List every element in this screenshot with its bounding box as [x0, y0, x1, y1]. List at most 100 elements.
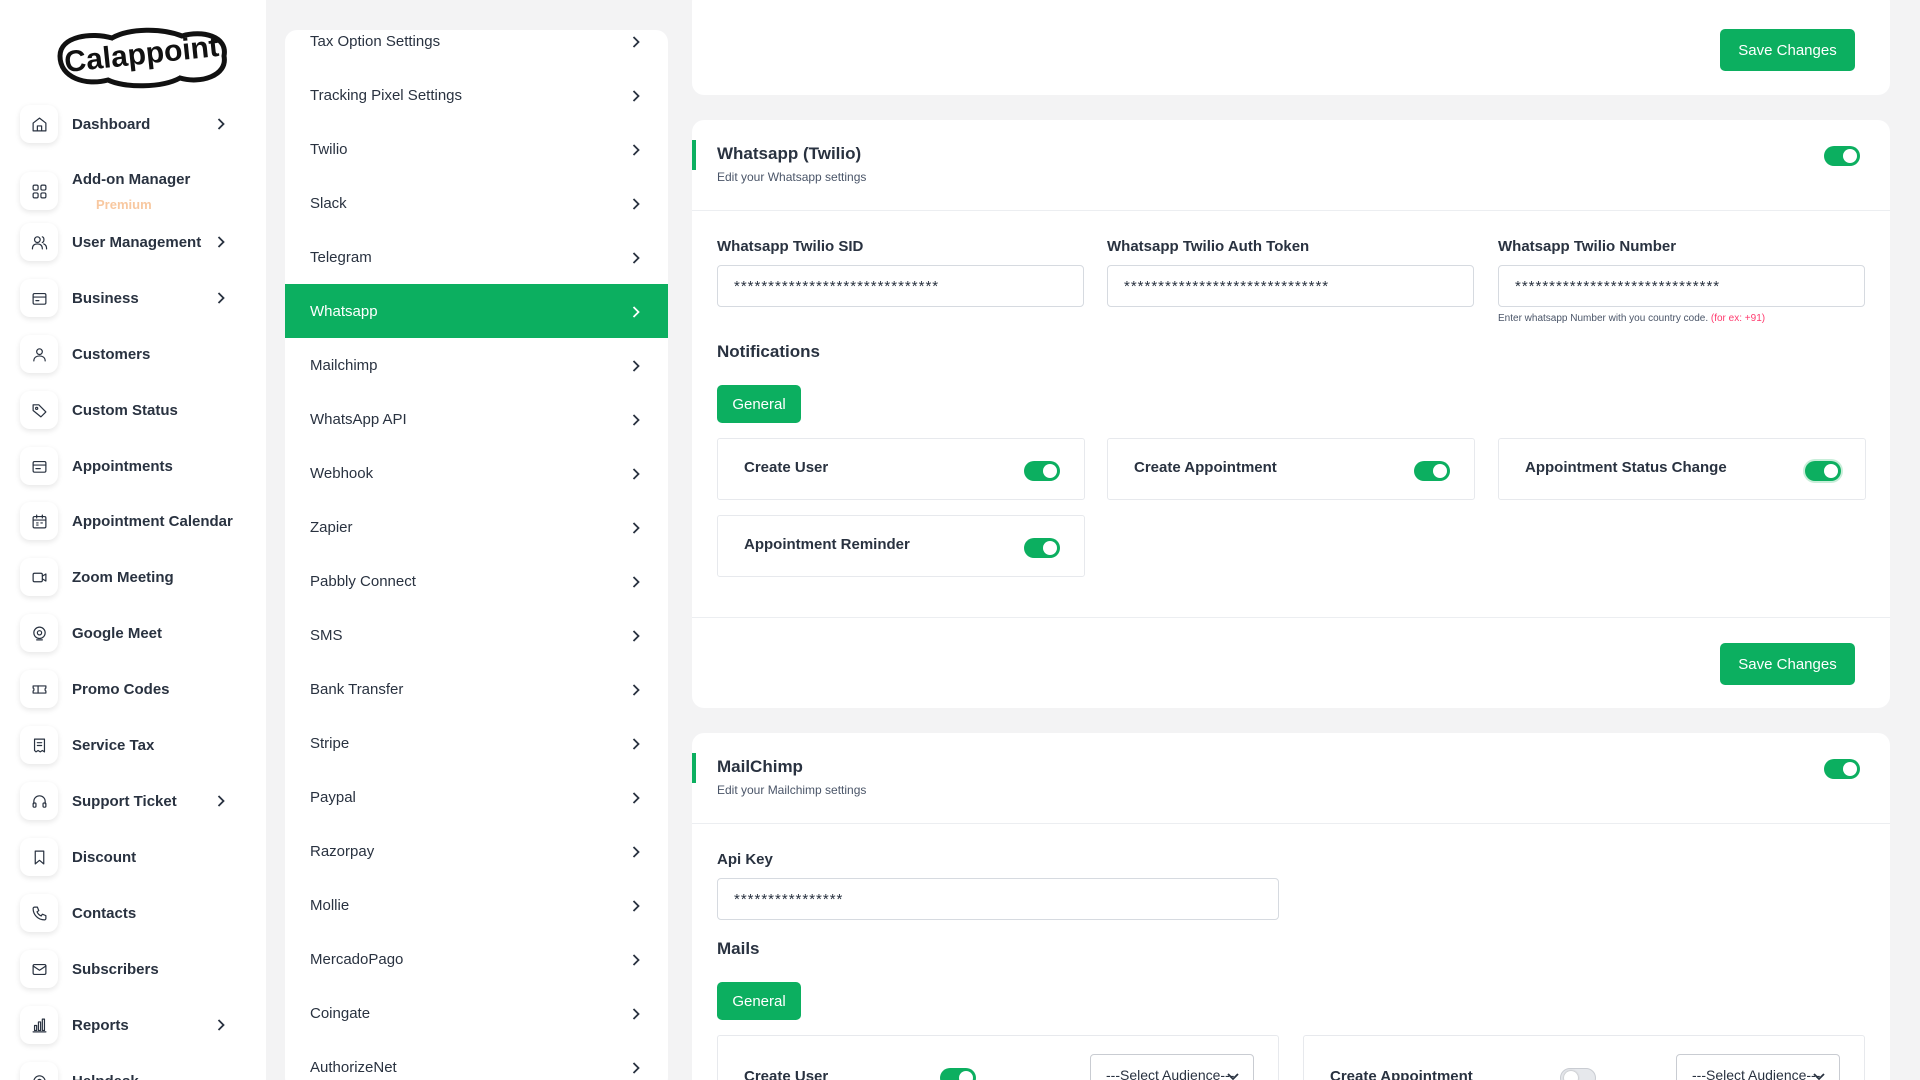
- mail-toggle[interactable]: [1560, 1068, 1596, 1080]
- sidebar-item-custom-status[interactable]: Custom Status: [20, 389, 245, 431]
- settings-menu-item-authorizenet[interactable]: AuthorizeNet: [285, 1040, 668, 1080]
- notification-toggle[interactable]: [1024, 461, 1060, 481]
- mail-icon: [20, 950, 58, 988]
- settings-menu-item-coingate[interactable]: Coingate: [285, 986, 668, 1040]
- brand-logo[interactable]: Calappoint: [52, 22, 232, 92]
- chevron-right-icon: [632, 467, 640, 480]
- settings-menu-item-stripe[interactable]: Stripe: [285, 716, 668, 770]
- notification-toggle[interactable]: [1414, 461, 1450, 481]
- receipt-icon: [20, 726, 58, 764]
- sidebar-item-business[interactable]: Business: [20, 277, 245, 319]
- settings-menu-item-razorpay[interactable]: Razorpay: [285, 824, 668, 878]
- sidebar-item-zoom-meeting[interactable]: Zoom Meeting: [20, 556, 245, 598]
- card-subtitle: Edit your Whatsapp settings: [717, 170, 867, 184]
- mailchimp-enable-toggle[interactable]: [1824, 759, 1860, 779]
- save-changes-button[interactable]: Save Changes: [1720, 643, 1855, 685]
- sidebar-item-customers[interactable]: Customers: [20, 333, 245, 375]
- sidebar-item-label: Add-on Manager: [72, 171, 191, 188]
- sidebar-item-dashboard[interactable]: Dashboard: [20, 103, 245, 145]
- sidebar-item-label: Business: [72, 289, 139, 307]
- sidebar-item-appointments[interactable]: Appointments: [20, 445, 245, 487]
- mail-create-user: Create User ---Select Audience---: [717, 1035, 1279, 1080]
- chevron-right-icon: [632, 629, 640, 642]
- sidebar-item-helpdesk[interactable]: Helpdesk: [20, 1060, 245, 1080]
- settings-menu-item-zapier[interactable]: Zapier: [285, 500, 668, 554]
- settings-menu-item-sms[interactable]: SMS: [285, 608, 668, 662]
- twilio-auth-token-input[interactable]: [1107, 265, 1474, 307]
- settings-menu-item-pabbly-connect[interactable]: Pabbly Connect: [285, 554, 668, 608]
- bookmark-icon: [20, 838, 58, 876]
- settings-menu-item-tax-option-settings[interactable]: Tax Option Settings: [285, 30, 668, 68]
- divider: [692, 617, 1890, 618]
- settings-menu-item-twilio[interactable]: Twilio: [285, 122, 668, 176]
- settings-menu-item-bank-transfer[interactable]: Bank Transfer: [285, 662, 668, 716]
- sidebar: Calappoint Dashboard Add-on Manager Premiu…: [0, 0, 266, 1080]
- menu-item-label: MercadoPago: [310, 950, 404, 968]
- settings-menu-item-mollie[interactable]: Mollie: [285, 878, 668, 932]
- sidebar-item-label: Support Ticket: [72, 792, 177, 810]
- sidebar-item-discount[interactable]: Discount: [20, 836, 245, 878]
- audience-select-value: ---Select Audience---: [1692, 1067, 1821, 1080]
- tab-general[interactable]: General: [717, 385, 801, 423]
- chevron-right-icon: [632, 251, 640, 264]
- menu-item-label: Pabbly Connect: [310, 572, 416, 590]
- menu-item-label: Stripe: [310, 734, 350, 752]
- chart-icon: [20, 1006, 58, 1044]
- twilio-sid-input[interactable]: [717, 265, 1084, 307]
- tab-general[interactable]: General: [717, 982, 801, 1020]
- notification-toggle[interactable]: [1024, 538, 1060, 558]
- settings-menu-item-telegram[interactable]: Telegram: [285, 230, 668, 284]
- sidebar-item-label: Appointments: [72, 457, 173, 475]
- menu-item-label: Telegram: [310, 248, 372, 266]
- sidebar-item-contacts[interactable]: Contacts: [20, 892, 245, 934]
- sidebar-item-service-tax[interactable]: Service Tax: [20, 724, 245, 766]
- twilio-number-input[interactable]: [1498, 265, 1865, 307]
- menu-item-label: SMS: [310, 626, 343, 644]
- settings-menu-item-paypal[interactable]: Paypal: [285, 770, 668, 824]
- sidebar-item-subscribers[interactable]: Subscribers: [20, 948, 245, 990]
- tag-icon: [20, 391, 58, 429]
- chevron-right-icon: [217, 794, 225, 807]
- menu-item-label: Webhook: [310, 464, 374, 482]
- menu-item-label: WhatsApp API: [310, 410, 407, 428]
- notification-toggle[interactable]: [1805, 461, 1841, 481]
- premium-badge: Premium: [96, 197, 152, 212]
- sidebar-item-label: Discount: [72, 848, 137, 866]
- appointments-icon: [20, 447, 58, 485]
- settings-menu-item-mercadopago[interactable]: MercadoPago: [285, 932, 668, 986]
- whatsapp-settings-card: Whatsapp (Twilio) Edit your Whatsapp set…: [692, 120, 1890, 708]
- notification-appointment-status-change: Appointment Status Change: [1498, 438, 1866, 500]
- card-accent-bar: [692, 140, 696, 170]
- sidebar-item-reports[interactable]: Reports: [20, 1004, 245, 1046]
- settings-menu-item-slack[interactable]: Slack: [285, 176, 668, 230]
- twilio-number-label: Whatsapp Twilio Number: [1498, 238, 1677, 255]
- settings-menu-item-tracking-pixel-settings[interactable]: Tracking Pixel Settings: [285, 68, 668, 122]
- whatsapp-enable-toggle[interactable]: [1824, 146, 1860, 166]
- audience-select[interactable]: ---Select Audience---: [1090, 1054, 1254, 1080]
- sidebar-item-google-meet[interactable]: Google Meet: [20, 612, 245, 654]
- sidebar-item-user-management[interactable]: User Management: [20, 221, 245, 263]
- video-icon: [20, 558, 58, 596]
- settings-menu-item-whatsapp[interactable]: Whatsapp: [285, 284, 668, 338]
- settings-menu-item-whatsapp-api[interactable]: WhatsApp API: [285, 392, 668, 446]
- save-changes-button-top[interactable]: Save Changes: [1720, 29, 1855, 71]
- mail-create-appointment: Create Appointment ---Select Audience---: [1303, 1035, 1865, 1080]
- api-key-input[interactable]: [717, 878, 1279, 920]
- help-example: (for ex: +91): [1710, 313, 1766, 324]
- sidebar-item-promo-codes[interactable]: Promo Codes: [20, 668, 245, 710]
- sidebar-item-add-on-manager[interactable]: Add-on Manager Premium: [20, 163, 245, 219]
- chevron-down-icon: [1227, 1073, 1239, 1080]
- mail-toggle[interactable]: [940, 1068, 976, 1080]
- sidebar-item-appointment-calendar[interactable]: Appointment Calendar: [20, 500, 245, 542]
- sidebar-item-label: Contacts: [72, 904, 137, 922]
- helpdesk-icon: [20, 1062, 58, 1080]
- notification-create-user: Create User: [717, 438, 1085, 500]
- settings-menu-item-mailchimp[interactable]: Mailchimp: [285, 338, 668, 392]
- sidebar-item-label: Helpdesk: [72, 1073, 139, 1080]
- sidebar-item-support-ticket[interactable]: Support Ticket: [20, 780, 245, 822]
- settings-menu-item-webhook[interactable]: Webhook: [285, 446, 668, 500]
- chevron-right-icon: [632, 197, 640, 210]
- chevron-right-icon: [632, 521, 640, 534]
- audience-select[interactable]: ---Select Audience---: [1676, 1054, 1840, 1080]
- menu-item-label: Tax Option Settings: [310, 32, 441, 50]
